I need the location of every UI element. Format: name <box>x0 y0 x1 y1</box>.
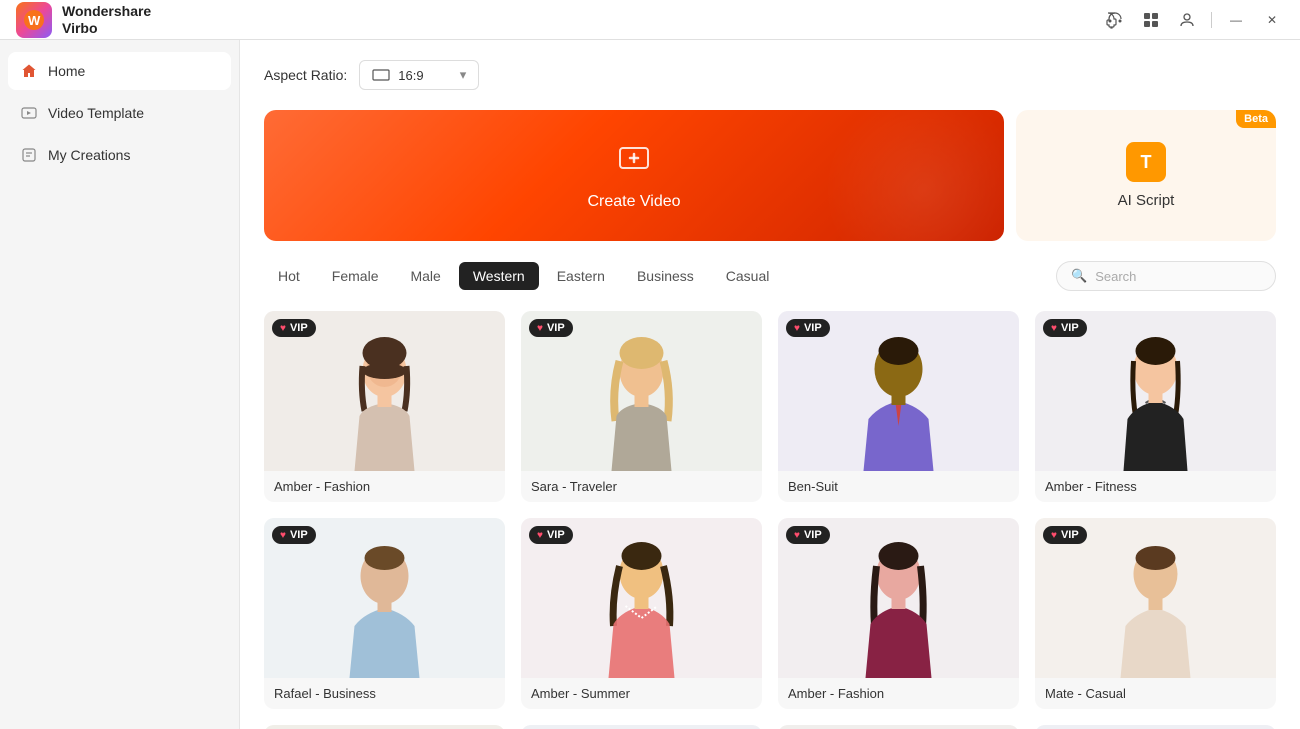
logo-icon: W <box>16 2 52 38</box>
home-icon <box>20 62 38 80</box>
titlebar: W WondershareVirbo <box>0 0 1300 40</box>
headset-icon[interactable] <box>1103 8 1127 32</box>
vip-heart-icon: ♥ <box>1051 323 1057 334</box>
avatar-card-sara-traveler[interactable]: ♥VIP Sara - Traveler <box>521 311 762 502</box>
app-name: WondershareVirbo <box>62 3 151 37</box>
vip-heart-icon: ♥ <box>1051 530 1057 541</box>
create-video-label: Create Video <box>587 193 680 211</box>
create-video-button[interactable]: Create Video <box>264 110 1004 241</box>
tab-business[interactable]: Business <box>623 262 708 290</box>
minimize-button[interactable]: — <box>1224 8 1248 32</box>
titlebar-controls: — ✕ <box>1103 8 1284 32</box>
ai-script-icon: T <box>1126 142 1166 182</box>
chevron-down-icon: ▾ <box>460 67 467 83</box>
sidebar-creations-label: My Creations <box>48 147 130 163</box>
sidebar-item-video-template[interactable]: Video Template <box>8 94 231 132</box>
tab-eastern[interactable]: Eastern <box>543 262 619 290</box>
app-logo: W WondershareVirbo <box>16 2 151 38</box>
vip-heart-icon: ♥ <box>280 530 286 541</box>
avatar-card-row3-3[interactable]: ♥VIP <box>778 725 1019 729</box>
avatar-card-row3-1[interactable]: ♥VIP <box>264 725 505 729</box>
avatar-card-mate-casual[interactable]: ♥VIP Mate - Casual <box>1035 518 1276 709</box>
avatar-card-row3-4[interactable]: ♥VIP <box>1035 725 1276 729</box>
avatar-tabs: Hot Female Male Western Eastern Business… <box>264 262 783 290</box>
sidebar-video-label: Video Template <box>48 105 144 121</box>
search-icon: 🔍 <box>1071 268 1087 284</box>
avatar-name: Ben-Suit <box>778 471 1019 502</box>
sidebar-item-my-creations[interactable]: My Creations <box>8 136 231 174</box>
avatar-card-rafael-business[interactable]: ♥VIP Rafael - Business <box>264 518 505 709</box>
tabs-row: Hot Female Male Western Eastern Business… <box>264 261 1276 291</box>
titlebar-divider <box>1211 12 1212 28</box>
grid-icon[interactable] <box>1139 8 1163 32</box>
avatar-name: Rafael - Business <box>264 678 505 709</box>
main-layout: Home Video Template My Creations <box>0 40 1300 729</box>
avatar-card-amber-fitness[interactable]: ♥VIP Amber - Fitness <box>1035 311 1276 502</box>
avatar-card-ben-suit[interactable]: ♥VIP Ben-Suit <box>778 311 1019 502</box>
tab-female[interactable]: Female <box>318 262 393 290</box>
create-video-icon <box>616 140 652 183</box>
sidebar-home-label: Home <box>48 63 85 79</box>
hero-row: Create Video Beta T AI Script <box>264 110 1276 241</box>
ai-script-button[interactable]: Beta T AI Script <box>1016 110 1276 241</box>
vip-badge: ♥VIP <box>272 526 316 544</box>
search-box[interactable]: 🔍 <box>1056 261 1276 291</box>
close-button[interactable]: ✕ <box>1260 8 1284 32</box>
avatar-card-row3-2[interactable]: ♥VIP <box>521 725 762 729</box>
avatar-name: Mate - Casual <box>1035 678 1276 709</box>
vip-heart-icon: ♥ <box>537 530 543 541</box>
avatar-name: Amber - Fashion <box>778 678 1019 709</box>
content-area: Aspect Ratio: 16:9 ▾ Create Vid <box>240 40 1300 729</box>
vip-badge: ♥VIP <box>272 319 316 337</box>
vip-heart-icon: ♥ <box>537 323 543 334</box>
vip-heart-icon: ♥ <box>794 530 800 541</box>
user-icon[interactable] <box>1175 8 1199 32</box>
aspect-ratio-value: 16:9 <box>398 68 423 83</box>
avatar-card-amber-fashion[interactable]: ♥VIP Am <box>264 311 505 502</box>
vip-badge: ♥VIP <box>529 526 573 544</box>
aspect-ratio-label: Aspect Ratio: <box>264 67 347 83</box>
aspect-ratio-select[interactable]: 16:9 ▾ <box>359 60 479 90</box>
avatar-name: Amber - Fitness <box>1035 471 1276 502</box>
tab-western[interactable]: Western <box>459 262 539 290</box>
tab-hot[interactable]: Hot <box>264 262 314 290</box>
vip-heart-icon: ♥ <box>280 323 286 334</box>
vip-badge: ♥VIP <box>529 319 573 337</box>
avatar-grid: ♥VIP Am <box>264 311 1276 729</box>
vip-badge: ♥VIP <box>786 319 830 337</box>
beta-badge: Beta <box>1236 110 1276 128</box>
search-input[interactable] <box>1095 269 1271 284</box>
vip-badge: ♥VIP <box>1043 319 1087 337</box>
tab-casual[interactable]: Casual <box>712 262 784 290</box>
avatar-card-amber-summer[interactable]: ♥VIP Amber - Summer <box>521 518 762 709</box>
vip-badge: ♥VIP <box>786 526 830 544</box>
vip-heart-icon: ♥ <box>794 323 800 334</box>
my-creations-icon <box>20 146 38 164</box>
sidebar-item-home[interactable]: Home <box>8 52 231 90</box>
vip-badge: ♥VIP <box>1043 526 1087 544</box>
sidebar: Home Video Template My Creations <box>0 40 240 729</box>
tab-male[interactable]: Male <box>396 262 454 290</box>
ai-script-label: AI Script <box>1118 192 1175 209</box>
avatar-name: Sara - Traveler <box>521 471 762 502</box>
aspect-ratio-row: Aspect Ratio: 16:9 ▾ <box>264 60 1276 90</box>
svg-text:W: W <box>28 13 41 28</box>
avatar-name: Amber - Summer <box>521 678 762 709</box>
video-template-icon <box>20 104 38 122</box>
avatar-name: Amber - Fashion <box>264 471 505 502</box>
avatar-card-amber-fashion-2[interactable]: ♥VIP Amber - Fashion <box>778 518 1019 709</box>
